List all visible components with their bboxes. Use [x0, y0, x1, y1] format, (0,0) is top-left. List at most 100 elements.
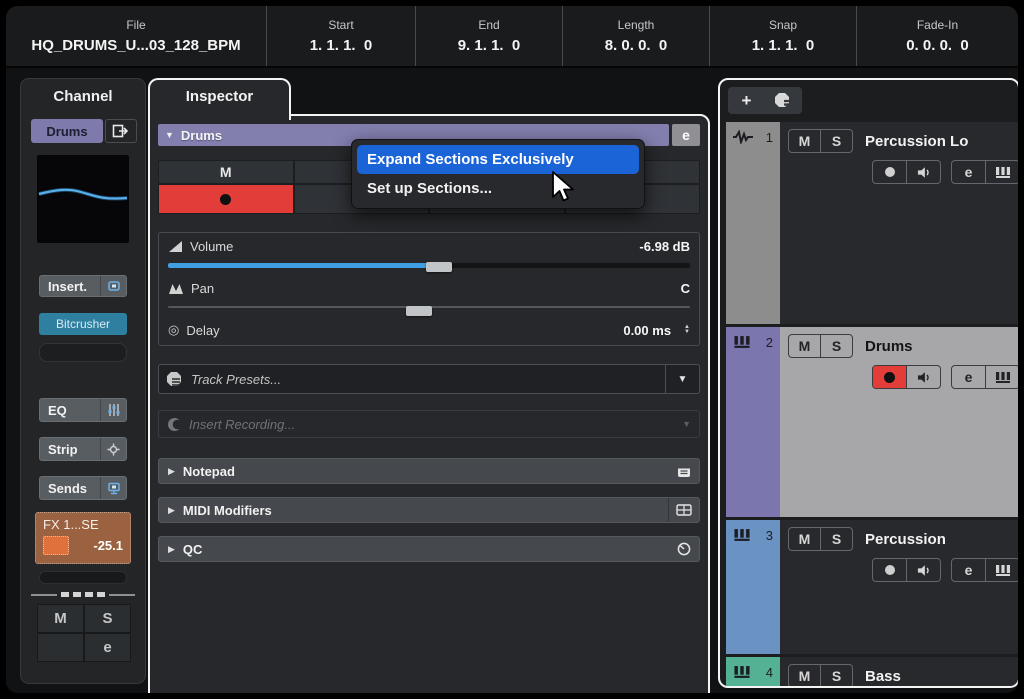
field-end[interactable]: End 9. 1. 1. 0	[415, 6, 562, 66]
volume-value[interactable]: -6.98 dB	[639, 239, 690, 254]
track-mute-button[interactable]: M	[789, 130, 820, 152]
pan-slider[interactable]	[168, 301, 690, 313]
pan-icon	[168, 282, 184, 295]
insert-slot-empty[interactable]	[39, 343, 127, 362]
fx-send-value[interactable]: -25.1	[93, 538, 123, 553]
track-row-drums[interactable]: 2 M S Drums	[726, 327, 1018, 517]
section-midi-modifiers[interactable]: ▶ MIDI Modifiers	[158, 497, 700, 523]
fx-send-level-swatch[interactable]	[43, 536, 69, 555]
track-edit-button[interactable]: e	[952, 366, 985, 388]
track-solo-button[interactable]: S	[820, 130, 852, 152]
track-color-strip[interactable]: 1	[726, 122, 780, 324]
track-monitor-button[interactable]	[906, 366, 940, 388]
track-instrument-button[interactable]	[985, 559, 1018, 581]
track-mute-button[interactable]: M	[789, 528, 820, 550]
section-qc[interactable]: ▶ QC	[158, 536, 700, 562]
menu-item-set-up-sections[interactable]: Set up Sections...	[357, 174, 639, 203]
field-fadein-value[interactable]: 0. 0. 0. 0	[906, 37, 969, 54]
track-row-percussion-loop[interactable]: 1 M S Percussion Lo	[726, 122, 1018, 324]
track-record-button[interactable]	[873, 161, 906, 183]
pan-slider-fill	[168, 305, 419, 310]
pan-value[interactable]: C	[681, 281, 690, 296]
insert-recording-field[interactable]: Insert Recording... ▼	[158, 410, 700, 438]
track-presets-dropdown[interactable]: ▼	[665, 365, 699, 393]
section-notepad[interactable]: ▶ Notepad	[158, 458, 700, 484]
volume-slider[interactable]	[168, 259, 690, 271]
channel-track-button[interactable]: Drums	[31, 119, 103, 143]
channel-mute-button[interactable]: M	[37, 604, 84, 633]
delay-spinner[interactable]: ▲▼	[684, 325, 690, 335]
track-name[interactable]: Drums	[865, 338, 913, 355]
track-instrument-button[interactable]	[985, 161, 1018, 183]
channel-solo-button[interactable]: S	[84, 604, 131, 633]
piano-icon	[995, 371, 1011, 384]
eq-curve-icon	[37, 155, 129, 243]
field-end-value[interactable]: 9. 1. 1. 0	[458, 37, 521, 54]
insert-recording-dropdown[interactable]: ▼	[682, 419, 691, 429]
eq-curve-display[interactable]	[37, 155, 129, 243]
eq-sliders-icon[interactable]	[100, 399, 126, 421]
fx-send-slot[interactable]: FX 1...SE -25.1	[35, 512, 131, 564]
track-list: 1 M S Percussion Lo	[720, 122, 1018, 688]
sends-icon[interactable]	[100, 477, 126, 499]
track-preset-button[interactable]	[765, 87, 802, 114]
eq-button[interactable]: EQ	[39, 398, 127, 422]
track-monitor-button[interactable]	[906, 161, 940, 183]
field-length-value[interactable]: 8. 0. 0. 0	[605, 37, 668, 54]
field-snap[interactable]: Snap 1. 1. 1. 0	[709, 6, 856, 66]
track-name[interactable]: Bass	[865, 668, 901, 685]
track-name[interactable]: Percussion	[865, 531, 946, 548]
track-instrument-button[interactable]	[985, 366, 1018, 388]
track-record-button-armed[interactable]	[873, 366, 906, 388]
sends-button[interactable]: Sends	[39, 476, 127, 500]
volume-slider-handle[interactable]	[426, 262, 452, 272]
insert-slot-bitcrusher[interactable]: Bitcrusher	[39, 313, 127, 335]
track-presets-field[interactable]: Track Presets... ▼	[158, 364, 700, 394]
track-solo-button[interactable]: S	[820, 335, 852, 357]
track-name[interactable]: Percussion Lo	[865, 133, 968, 150]
track-monitor-button[interactable]	[906, 559, 940, 581]
track-record-button[interactable]	[873, 559, 906, 581]
field-file-value[interactable]: HQ_DRUMS_U...03_128_BPM	[31, 37, 240, 54]
menu-item-expand-sections-exclusively[interactable]: Expand Sections Exclusively	[357, 145, 639, 174]
field-fadein[interactable]: Fade-In 0. 0. 0. 0	[856, 6, 1018, 66]
track-mute-button[interactable]: M	[789, 335, 820, 357]
channel-edit-button[interactable]: e	[84, 633, 131, 662]
track-row-percussion[interactable]: 3 M S Percussion	[726, 520, 1018, 654]
inspector-mute-button[interactable]: M	[158, 160, 294, 184]
add-track-button[interactable]: +	[728, 87, 765, 114]
tab-inspector[interactable]: Inspector	[148, 78, 291, 120]
track-color-strip[interactable]: 3	[726, 520, 780, 654]
insert-recording-placeholder: Insert Recording...	[189, 417, 295, 432]
inserts-button[interactable]: Insert.	[39, 275, 127, 297]
channel-export-button[interactable]	[105, 119, 137, 143]
panel-resize-handle[interactable]	[31, 592, 135, 597]
field-fadein-label: Fade-In	[917, 18, 958, 32]
track-solo-button[interactable]: S	[820, 665, 852, 687]
track-edit-button[interactable]: e	[952, 559, 985, 581]
pan-slider-handle[interactable]	[406, 306, 432, 316]
strip-button[interactable]: Strip	[39, 437, 127, 461]
field-start[interactable]: Start 1. 1. 1. 0	[266, 6, 415, 66]
delay-value[interactable]: 0.00 ms	[623, 323, 671, 338]
inspector-record-button[interactable]	[158, 184, 294, 214]
strip-icon[interactable]	[100, 438, 126, 460]
track-mute-button[interactable]: M	[789, 665, 820, 687]
audio-track-icon	[732, 130, 754, 149]
record-dot-icon	[884, 372, 895, 383]
inspector-edit-button[interactable]: e	[672, 124, 700, 146]
track-color-strip[interactable]: 4	[726, 657, 780, 688]
field-snap-value[interactable]: 1. 1. 1. 0	[752, 37, 815, 54]
knob-icon	[669, 537, 699, 561]
track-row-bass[interactable]: 4 M S Bass	[726, 657, 1018, 688]
instrument-track-icon	[732, 528, 752, 547]
field-length[interactable]: Length 8. 0. 0. 0	[562, 6, 709, 66]
fx-send-empty-slot[interactable]	[39, 571, 127, 584]
inserts-icon[interactable]	[100, 276, 126, 296]
field-start-value[interactable]: 1. 1. 1. 0	[310, 37, 373, 54]
grid-icon	[668, 498, 699, 522]
track-edit-button[interactable]: e	[952, 161, 985, 183]
track-color-strip[interactable]: 2	[726, 327, 780, 517]
field-file[interactable]: File HQ_DRUMS_U...03_128_BPM	[6, 6, 266, 66]
track-solo-button[interactable]: S	[820, 528, 852, 550]
